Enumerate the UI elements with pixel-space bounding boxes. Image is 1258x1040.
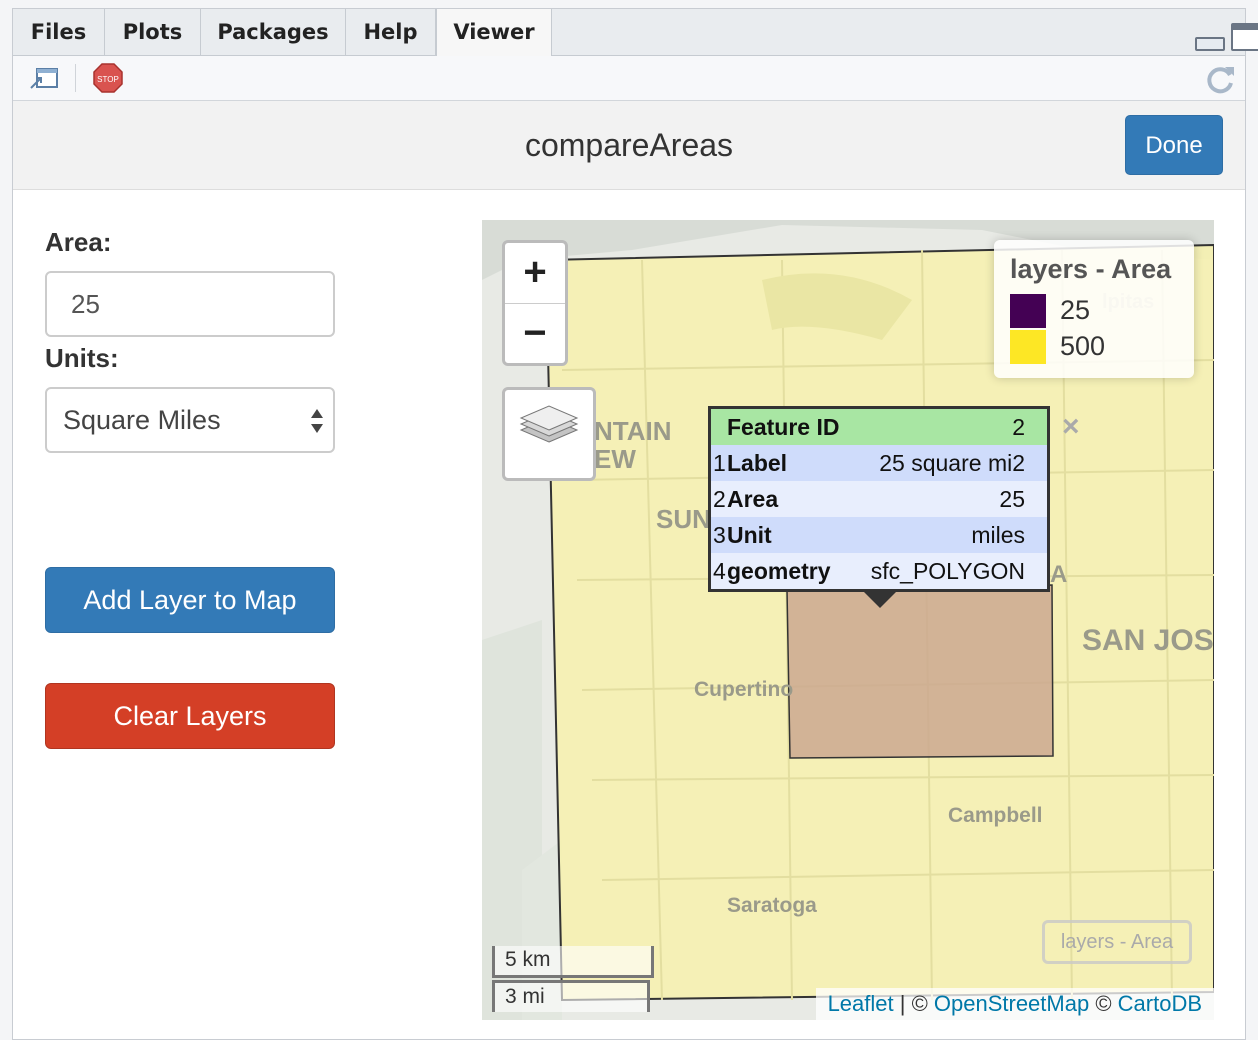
popup-row-value: miles: [971, 522, 1025, 548]
tab-plots[interactable]: Plots: [105, 9, 201, 55]
scale-mi: 3 mi: [492, 980, 650, 1012]
legend-label-500: 500: [1060, 331, 1106, 361]
svg-text:EW: EW: [594, 444, 636, 474]
select-arrows-icon: [311, 409, 323, 433]
zoom-out-button[interactable]: −: [505, 303, 565, 364]
popup-row: 1 Label 25 square mi2: [711, 445, 1047, 481]
popup-row-value: sfc_POLYGON: [870, 558, 1025, 584]
gadget-titlebar: compareAreas Done: [13, 101, 1245, 190]
stop-icon[interactable]: STOP: [93, 63, 123, 93]
zoom-in-button[interactable]: +: [505, 243, 565, 303]
show-in-window-icon[interactable]: [29, 66, 61, 92]
popup-row-index: 2: [713, 486, 726, 512]
viewer-pane: Files Plots Packages Help Viewer STOP co…: [12, 8, 1258, 1040]
popup-row-index: 3: [713, 522, 726, 548]
zoom-control: + −: [502, 240, 568, 366]
popup-tip: [864, 592, 896, 608]
svg-text:A: A: [1050, 561, 1067, 588]
legend-swatch-25: [1010, 294, 1046, 328]
svg-text:NTAIN: NTAIN: [594, 416, 672, 446]
popup-row-key: Label: [727, 450, 788, 476]
popup-row-key: geometry: [727, 558, 831, 584]
tab-bar: Files Plots Packages Help Viewer: [13, 9, 1258, 56]
osm-link[interactable]: OpenStreetMap: [934, 991, 1089, 1016]
layers-icon: [519, 405, 579, 443]
popup-row-key: Area: [727, 486, 779, 512]
legend-label-25: 25: [1060, 295, 1091, 325]
svg-text:SUN: SUN: [656, 504, 711, 534]
scale-km: 5 km: [492, 946, 654, 978]
popup-header-value: 2: [1012, 414, 1025, 440]
tab-files[interactable]: Files: [13, 9, 105, 55]
map-legend: layers - Area 25 500: [994, 240, 1194, 378]
units-select[interactable]: Square Miles: [45, 387, 335, 453]
leaflet-link[interactable]: Leaflet: [828, 991, 894, 1016]
legend-title: layers - Area: [1010, 254, 1172, 284]
area-label: Area:: [45, 227, 112, 257]
popup-row-value: 25: [999, 486, 1025, 512]
minimize-icon[interactable]: [1195, 37, 1225, 51]
legend-swatch-500: [1010, 330, 1046, 364]
svg-text:STOP: STOP: [97, 75, 119, 84]
maximize-icon[interactable]: [1231, 23, 1258, 51]
leaflet-map[interactable]: NTAIN EW SUN Cupertino SAN JOS Campbell …: [482, 220, 1214, 1020]
clear-layers-button[interactable]: Clear Layers: [45, 683, 335, 749]
feature-popup: Feature ID 2 1 Label 25 square mi2 2 Are…: [708, 406, 1050, 592]
done-button[interactable]: Done: [1125, 115, 1223, 175]
layer-control-label[interactable]: layers - Area: [1042, 920, 1192, 964]
units-select-value: Square Miles: [63, 405, 221, 435]
popup-close-icon[interactable]: ×: [1062, 410, 1080, 444]
tab-packages[interactable]: Packages: [201, 9, 346, 55]
refresh-icon[interactable]: [1205, 63, 1237, 95]
add-layer-button[interactable]: Add Layer to Map: [45, 567, 335, 633]
map-attribution: Leaflet | © OpenStreetMap © CartoDB: [815, 988, 1214, 1020]
popup-row: 3 Unit miles: [711, 517, 1047, 553]
tab-help[interactable]: Help: [346, 9, 436, 55]
svg-text:SAN JOS: SAN JOS: [1082, 624, 1214, 657]
popup-header-row: Feature ID 2: [711, 409, 1047, 445]
toolbar-divider: [75, 64, 76, 92]
layers-control-button[interactable]: [502, 387, 596, 481]
popup-row-index: 4: [713, 558, 726, 584]
area-input[interactable]: 25: [45, 271, 335, 337]
gadget-title: compareAreas: [524, 127, 734, 163]
viewer-toolbar: STOP: [13, 56, 1245, 101]
popup-row-value: 25 square mi2: [879, 450, 1025, 476]
popup-header-key: Feature ID: [727, 414, 840, 440]
attribution-separator: | ©: [893, 991, 934, 1016]
popup-row-index: 1: [713, 450, 726, 476]
popup-row: 2 Area 25: [711, 481, 1047, 517]
cartodb-link[interactable]: CartoDB: [1118, 991, 1202, 1016]
units-label: Units:: [45, 343, 119, 373]
svg-text:Saratoga: Saratoga: [727, 894, 817, 917]
popup-row: 4 geometry sfc_POLYGON: [711, 553, 1047, 589]
popup-row-key: Unit: [727, 522, 772, 548]
svg-text:Cupertino: Cupertino: [694, 678, 793, 701]
svg-text:Campbell: Campbell: [948, 804, 1043, 827]
tab-viewer[interactable]: Viewer: [436, 9, 552, 56]
attribution-copyright: ©: [1089, 991, 1118, 1016]
